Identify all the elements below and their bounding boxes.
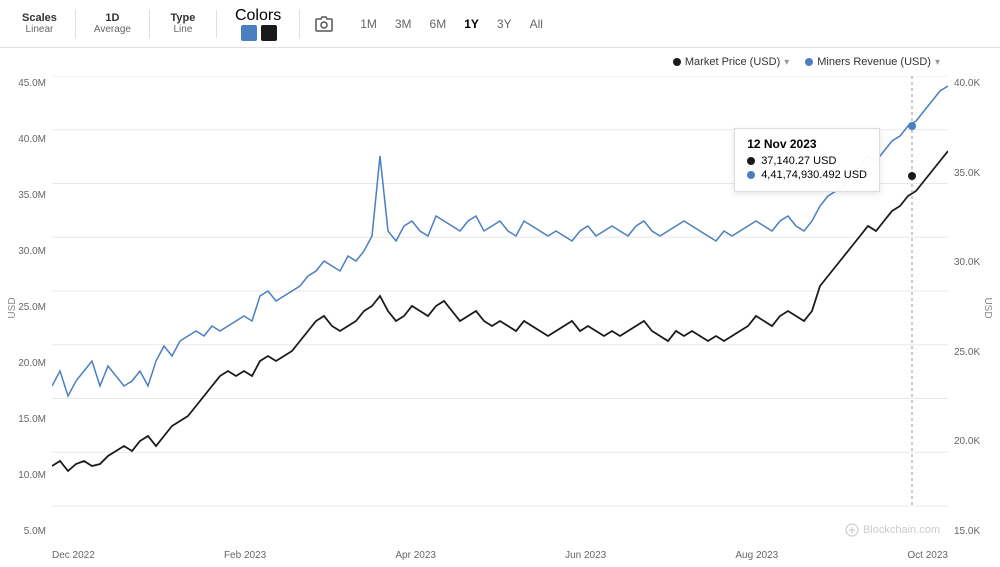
time-1y[interactable]: 1Y xyxy=(456,13,487,35)
y-axis-right-tick: 35.0K xyxy=(954,168,980,179)
time-3m[interactable]: 3M xyxy=(387,13,420,35)
legend-miners-revenue: Miners Revenue (USD) ▾ xyxy=(805,56,940,68)
y-axis-left-tick: 20.0M xyxy=(18,358,46,369)
tooltip-dot-2 xyxy=(747,171,755,179)
time-6m[interactable]: 6M xyxy=(422,13,455,35)
legend-dropdown-1[interactable]: ▾ xyxy=(784,57,789,68)
y-axis-left-tick: 40.0M xyxy=(18,134,46,145)
swatch-blue[interactable] xyxy=(241,25,257,41)
y-axis-left-tick: 25.0M xyxy=(18,302,46,313)
scales-button[interactable]: Scales Linear xyxy=(12,8,67,39)
toolbar: Scales Linear 1D Average Type Line Color… xyxy=(0,0,1000,48)
y-axis-right-label: USD xyxy=(982,297,993,318)
x-axis-tick: Aug 2023 xyxy=(735,550,778,561)
y-axis-left-tick: 15.0M xyxy=(18,414,46,425)
divider4 xyxy=(299,10,300,38)
y-axis-right-tick: 30.0K xyxy=(954,257,980,268)
watermark: Blockchain.com xyxy=(845,523,940,537)
y-axis-left-tick: 5.0M xyxy=(24,526,46,537)
camera-button[interactable] xyxy=(308,8,340,40)
y-axis-left-tick: 35.0M xyxy=(18,190,46,201)
time-1m[interactable]: 1M xyxy=(352,13,385,35)
y-axis-left-tick: 45.0M xyxy=(18,78,46,89)
x-axis-tick: Apr 2023 xyxy=(395,550,436,561)
y-axis-right-tick: 40.0K xyxy=(954,78,980,89)
x-axis-tick: Dec 2022 xyxy=(52,550,95,561)
legend-dot-blue xyxy=(805,58,813,66)
colors-group[interactable]: Colors xyxy=(225,3,291,45)
tooltip: 12 Nov 2023 37,140.27 USD 4,41,74,930.49… xyxy=(734,128,880,192)
tooltip-dot-1 xyxy=(747,157,755,165)
y-axis-left-tick: 30.0M xyxy=(18,246,46,257)
period-label: 1D xyxy=(105,12,119,24)
scales-sublabel: Linear xyxy=(26,24,54,35)
chart-container: Market Price (USD) ▾ Miners Revenue (USD… xyxy=(0,48,1000,567)
colors-label: Colors xyxy=(235,7,281,25)
y-axis-left-tick: 10.0M xyxy=(18,470,46,481)
y-axis-left-label: USD xyxy=(7,297,18,318)
legend-miners-revenue-label: Miners Revenue (USD) xyxy=(817,56,931,68)
tooltip-row-2: 4,41,74,930.492 USD xyxy=(747,169,867,181)
divider1 xyxy=(75,10,76,38)
tooltip-row-1: 37,140.27 USD xyxy=(747,155,867,167)
divider3 xyxy=(216,10,217,38)
tooltip-value-2: 4,41,74,930.492 USD xyxy=(761,169,867,181)
y-axis-right-tick: 25.0K xyxy=(954,347,980,358)
time-buttons: 1M 3M 6M 1Y 3Y All xyxy=(352,13,551,35)
y-axis-right-tick: 15.0K xyxy=(954,526,980,537)
period-sublabel: Average xyxy=(94,24,131,35)
scales-label: Scales xyxy=(22,12,57,24)
type-label: Type xyxy=(171,12,196,24)
swatch-black[interactable] xyxy=(261,25,277,41)
x-axis-tick: Jun 2023 xyxy=(565,550,606,561)
x-axis-tick: Feb 2023 xyxy=(224,550,266,561)
legend-market-price-label: Market Price (USD) xyxy=(685,56,780,68)
legend-market-price: Market Price (USD) ▾ xyxy=(673,56,789,68)
color-swatches xyxy=(241,25,277,41)
legend-dropdown-2[interactable]: ▾ xyxy=(935,57,940,68)
watermark-text: Blockchain.com xyxy=(863,524,940,536)
x-axis-tick: Oct 2023 xyxy=(907,550,948,561)
tooltip-date: 12 Nov 2023 xyxy=(747,137,867,151)
x-axis: Dec 2022 Feb 2023 Apr 2023 Jun 2023 Aug 2023… xyxy=(52,550,948,561)
tooltip-value-1: 37,140.27 USD xyxy=(761,155,836,167)
y-axis-right-tick: 20.0K xyxy=(954,436,980,447)
divider2 xyxy=(149,10,150,38)
type-sublabel: Line xyxy=(174,24,193,35)
legend-dot-black xyxy=(673,58,681,66)
type-button[interactable]: Type Line xyxy=(158,8,208,39)
time-3y[interactable]: 3Y xyxy=(489,13,520,35)
time-all[interactable]: All xyxy=(522,13,551,35)
period-button[interactable]: 1D Average xyxy=(84,8,141,39)
chart-legend: Market Price (USD) ▾ Miners Revenue (USD… xyxy=(673,56,940,68)
